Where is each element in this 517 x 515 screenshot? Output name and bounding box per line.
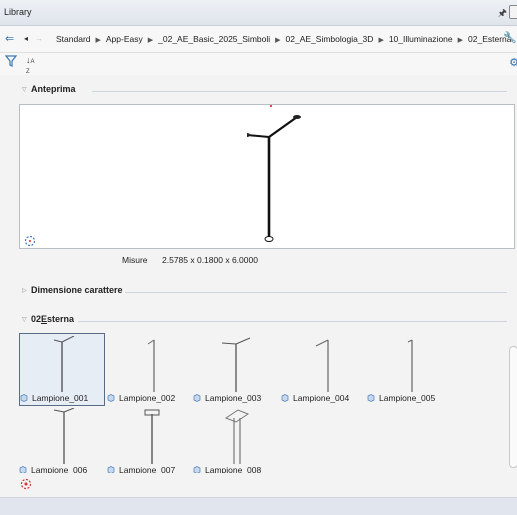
section-preview-header[interactable]: ▽ Anteprima	[0, 84, 517, 98]
item-name: Lampione_004	[293, 393, 350, 403]
item-thumbnail	[193, 333, 279, 395]
library-item-lampione-001[interactable]: Lampione_001	[19, 333, 105, 406]
library-settings-icon[interactable]: ⚙	[509, 56, 517, 69]
filter-toolbar: ↓A Z ⚙	[0, 53, 517, 75]
section-folder-label: 02Esterna	[31, 314, 74, 324]
breadcrumb-separator-icon[interactable]: ▶	[96, 37, 101, 44]
breadcrumb-item-illuminazione[interactable]: 10_Illuminazione	[389, 34, 453, 44]
library-item-lampione-002[interactable]: Lampione_002	[107, 333, 193, 403]
divider	[125, 292, 507, 293]
item-name: Lampione_002	[119, 393, 176, 403]
section-preview-label: Anteprima	[31, 84, 76, 94]
breadcrumb-item-basic-simboli[interactable]: _02_AE_Basic_2025_Simboli	[158, 34, 270, 44]
item-thumbnail	[367, 333, 453, 395]
lamp-preview-3d	[247, 115, 301, 242]
section-folder-header[interactable]: ▽ 02Esterna	[0, 314, 517, 328]
library-item-lampione-006[interactable]: Lampione_006	[19, 405, 105, 473]
section-char-size-header[interactable]: ▷ Dimensione carattere	[0, 285, 517, 299]
preview-viewport[interactable]	[19, 104, 515, 249]
breadcrumb-item-standard[interactable]: Standard	[56, 34, 91, 44]
item-thumbnail	[19, 333, 105, 395]
section-char-size-label: Dimensione carattere	[31, 285, 123, 295]
divider	[92, 91, 507, 92]
cube-icon	[193, 466, 201, 473]
panel-titlebar: Library 🖈	[0, 0, 517, 26]
item-name: Lampione_003	[205, 393, 262, 403]
status-bar	[0, 497, 517, 515]
item-thumbnail	[193, 405, 279, 467]
breadcrumb-separator-icon[interactable]: ▶	[378, 37, 383, 44]
item-name: Lampione_008	[205, 465, 262, 473]
collapse-triangle-icon[interactable]: ▽	[22, 86, 27, 93]
library-item-lampione-007[interactable]: Lampione_007	[107, 405, 193, 473]
item-thumbnail	[107, 405, 193, 467]
back-arrow-icon[interactable]: ⇐	[5, 32, 14, 45]
section-folder-label-prefix: 02	[31, 314, 42, 324]
item-thumbnail	[107, 333, 193, 395]
cube-icon	[193, 394, 201, 402]
measure-label: Misure	[122, 255, 148, 265]
library-item-lampione-005[interactable]: Lampione_005	[367, 333, 453, 403]
breadcrumb-item-simbologia-3d[interactable]: 02_AE_Simbologia_3D	[286, 34, 374, 44]
cube-icon	[107, 394, 115, 402]
library-item-lampione-004[interactable]: Lampione_004	[281, 333, 367, 403]
cube-icon	[20, 394, 28, 402]
history-dropdown-icon[interactable]: ◂	[24, 34, 28, 43]
cube-icon	[107, 466, 115, 473]
sort-az-icon[interactable]: ↓A Z	[26, 56, 35, 76]
item-name: Lampione_006	[31, 465, 88, 473]
item-thumbnail	[19, 405, 105, 467]
library-item-lampione-003[interactable]: Lampione_003	[193, 333, 279, 403]
item-name: Lampione_005	[379, 393, 436, 403]
panel-title: Library	[4, 7, 32, 17]
pin-icon[interactable]: 🖈	[498, 6, 507, 23]
item-name: Lampione_001	[32, 393, 89, 403]
cube-icon	[281, 394, 289, 402]
wrench-icon[interactable]: 🔧	[503, 31, 517, 44]
close-icon[interactable]	[509, 5, 517, 19]
forward-arrow-icon: →	[35, 34, 43, 43]
scrollbar-thumb[interactable]	[509, 346, 517, 468]
breadcrumb-separator-icon[interactable]: ▶	[458, 37, 463, 44]
breadcrumb-item-app-easy[interactable]: App-Easy	[106, 34, 143, 44]
breadcrumb-separator-icon[interactable]: ▶	[275, 37, 280, 44]
collapse-triangle-icon[interactable]: ▽	[22, 316, 27, 323]
section-folder-label-rest: sterna	[47, 314, 75, 324]
breadcrumb-bar: ⇐ ◂ → Standard ▶ App-Easy ▶ _02_AE_Basic_202…	[0, 26, 517, 53]
cube-icon	[367, 394, 375, 402]
cube-icon	[19, 466, 27, 473]
breadcrumb: Standard ▶ App-Easy ▶ _02_AE_Basic_2025_Simb…	[56, 34, 512, 44]
breadcrumb-separator-icon[interactable]: ▶	[148, 37, 153, 44]
grid-scrollbar[interactable]	[508, 338, 517, 468]
library-item-lampione-008[interactable]: Lampione_008	[193, 405, 279, 473]
symbol-grid: Lampione_001 Lampione_002 Lampione_003 L…	[19, 333, 497, 473]
measure-value: 2.5785 x 0.1800 x 6.0000	[162, 255, 258, 265]
divider	[78, 321, 507, 322]
expand-triangle-icon[interactable]: ▷	[22, 287, 27, 294]
item-name: Lampione_007	[119, 465, 176, 473]
target-icon[interactable]	[20, 478, 32, 492]
item-thumbnail	[281, 333, 367, 395]
filter-icon[interactable]	[4, 55, 18, 69]
orbit-rotate-icon[interactable]	[24, 235, 36, 249]
